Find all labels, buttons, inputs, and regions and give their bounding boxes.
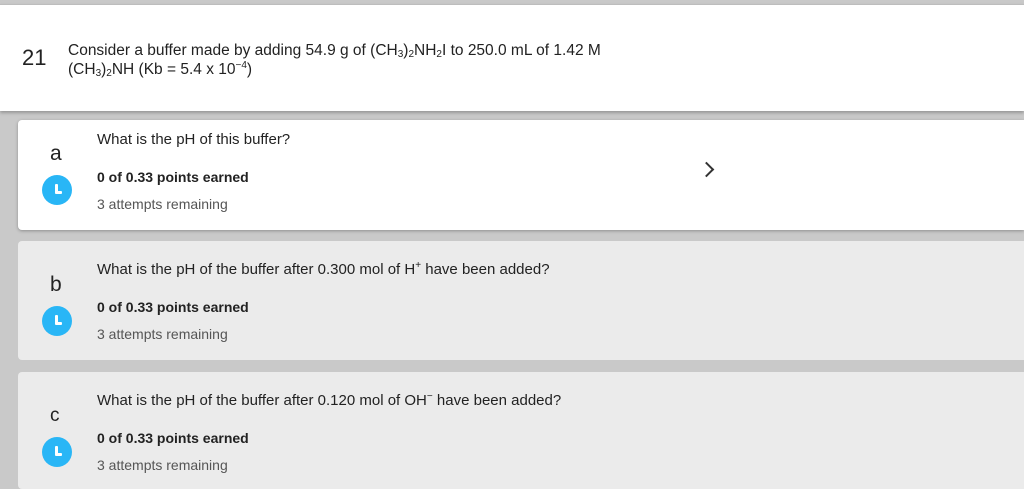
part-c-card[interactable]: c What is the pH of the buffer after 0.1…	[18, 372, 1024, 489]
clock-icon	[42, 175, 72, 205]
part-prompt: What is the pH of this buffer?	[97, 131, 291, 148]
question-number: 21	[22, 45, 47, 70]
part-letter: b	[50, 273, 62, 296]
points-earned: 0 of 0.33 points earned	[97, 430, 249, 446]
question-text-line-1: Consider a buffer made by adding 54.9 g …	[68, 42, 601, 60]
question-text: Consider a buffer made by adding 54.9 g …	[68, 41, 601, 79]
clock-icon	[42, 437, 72, 467]
question-text-line-2: (CH3)2NH (Kb = 5.4 x 10−4)	[68, 60, 253, 79]
part-prompt: What is the pH of the buffer after 0.300…	[97, 260, 550, 279]
clock-icon	[42, 306, 72, 336]
points-earned: 0 of 0.33 points earned	[97, 299, 249, 315]
question-header: 21 Consider a buffer made by adding 54.9…	[0, 4, 1024, 111]
part-letter: a	[50, 142, 62, 165]
part-prompt: What is the pH of the buffer after 0.120…	[97, 391, 562, 410]
attempts-remaining: 3 attempts remaining	[97, 196, 228, 212]
chevron-right-icon[interactable]	[698, 161, 715, 178]
points-earned: 0 of 0.33 points earned	[97, 169, 249, 185]
part-a-card[interactable]: a What is the pH of this buffer? 0 of 0.…	[18, 120, 1024, 230]
attempts-remaining: 3 attempts remaining	[97, 326, 228, 342]
part-b-card[interactable]: b What is the pH of the buffer after 0.3…	[18, 241, 1024, 360]
part-letter: c	[50, 405, 60, 426]
attempts-remaining: 3 attempts remaining	[97, 457, 228, 473]
